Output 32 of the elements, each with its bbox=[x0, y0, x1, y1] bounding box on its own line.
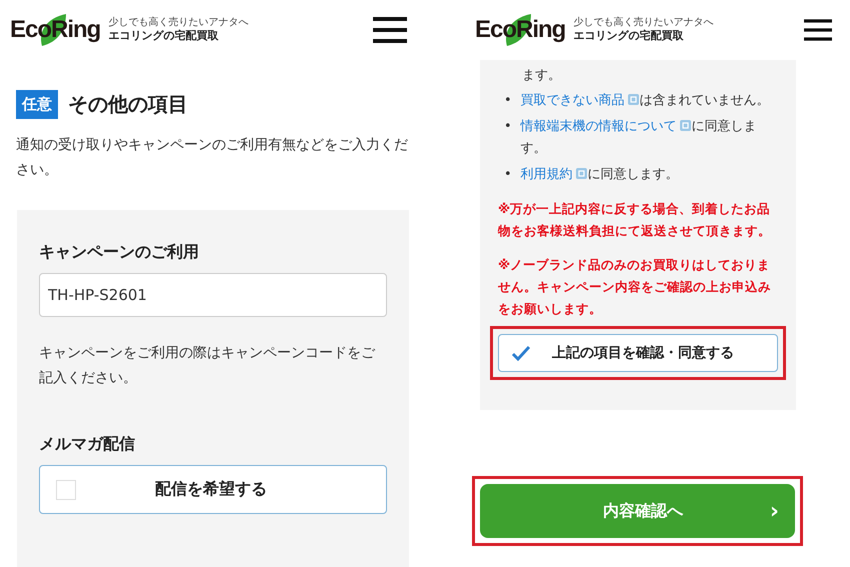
terms-item: 買取できない商品 は含まれていません。 bbox=[520, 92, 770, 110]
terms-link[interactable]: 情報端末機の情報について bbox=[520, 119, 677, 134]
service-name: エコリングの宅配買取 bbox=[108, 29, 220, 44]
tagline: 少しでも高く売りたいアナタへ bbox=[108, 16, 248, 30]
external-link-icon bbox=[680, 120, 691, 132]
external-link-icon bbox=[576, 168, 587, 180]
checkmark-icon bbox=[511, 344, 531, 361]
optional-badge: 任意 bbox=[16, 90, 58, 119]
service-name: エコリングの宅配買取 bbox=[573, 29, 684, 44]
field-label: メルマガ配信 bbox=[39, 434, 136, 455]
menu-icon[interactable] bbox=[373, 17, 407, 43]
terms-item: 利用規約 に同意します。 bbox=[520, 166, 679, 184]
checkbox-button[interactable]: 上記の項目を確認・同意する bbox=[498, 334, 778, 372]
help-text: キャンペーンをご利用の際はキャンペーンコードをご記入ください。 bbox=[39, 344, 376, 388]
section-title: その他の項目 bbox=[68, 91, 188, 118]
checkbox-button[interactable]: 配信を希望する bbox=[39, 465, 387, 514]
external-link-icon bbox=[628, 94, 639, 105]
checkbox[interactable] bbox=[56, 480, 76, 500]
bullet: • bbox=[504, 92, 512, 110]
campaign-code-field[interactable]: TH-HP-S2601 bbox=[39, 273, 387, 317]
section-description: 通知の受け取りやキャンペーンのご利用有無などをご入力ください。 bbox=[15, 136, 409, 180]
warning-note: ※ノーブランド品のみのお買取りはしておりません。キャンペーン内容をご確認の上お申込みをお願いします。 bbox=[498, 256, 772, 318]
terms-link[interactable]: 利用規約 bbox=[520, 167, 573, 182]
terms-link[interactable]: 買取できない商品 bbox=[520, 93, 625, 108]
terms-text: ます。 bbox=[522, 67, 562, 84]
warning-note: ※万が一上記内容に反する場合、到着したお品物をお客様送料負担にて返送させて頂きます。 bbox=[498, 200, 772, 240]
bullet: • bbox=[504, 118, 512, 136]
terms-item: 情報端末機の情報について に同意します。 bbox=[520, 118, 758, 158]
field-label: キャンペーンのご利用 bbox=[39, 242, 200, 263]
bullet: • bbox=[504, 166, 512, 184]
tagline: 少しでも高く売りたいアナタへ bbox=[573, 16, 714, 30]
menu-icon[interactable] bbox=[804, 19, 832, 41]
